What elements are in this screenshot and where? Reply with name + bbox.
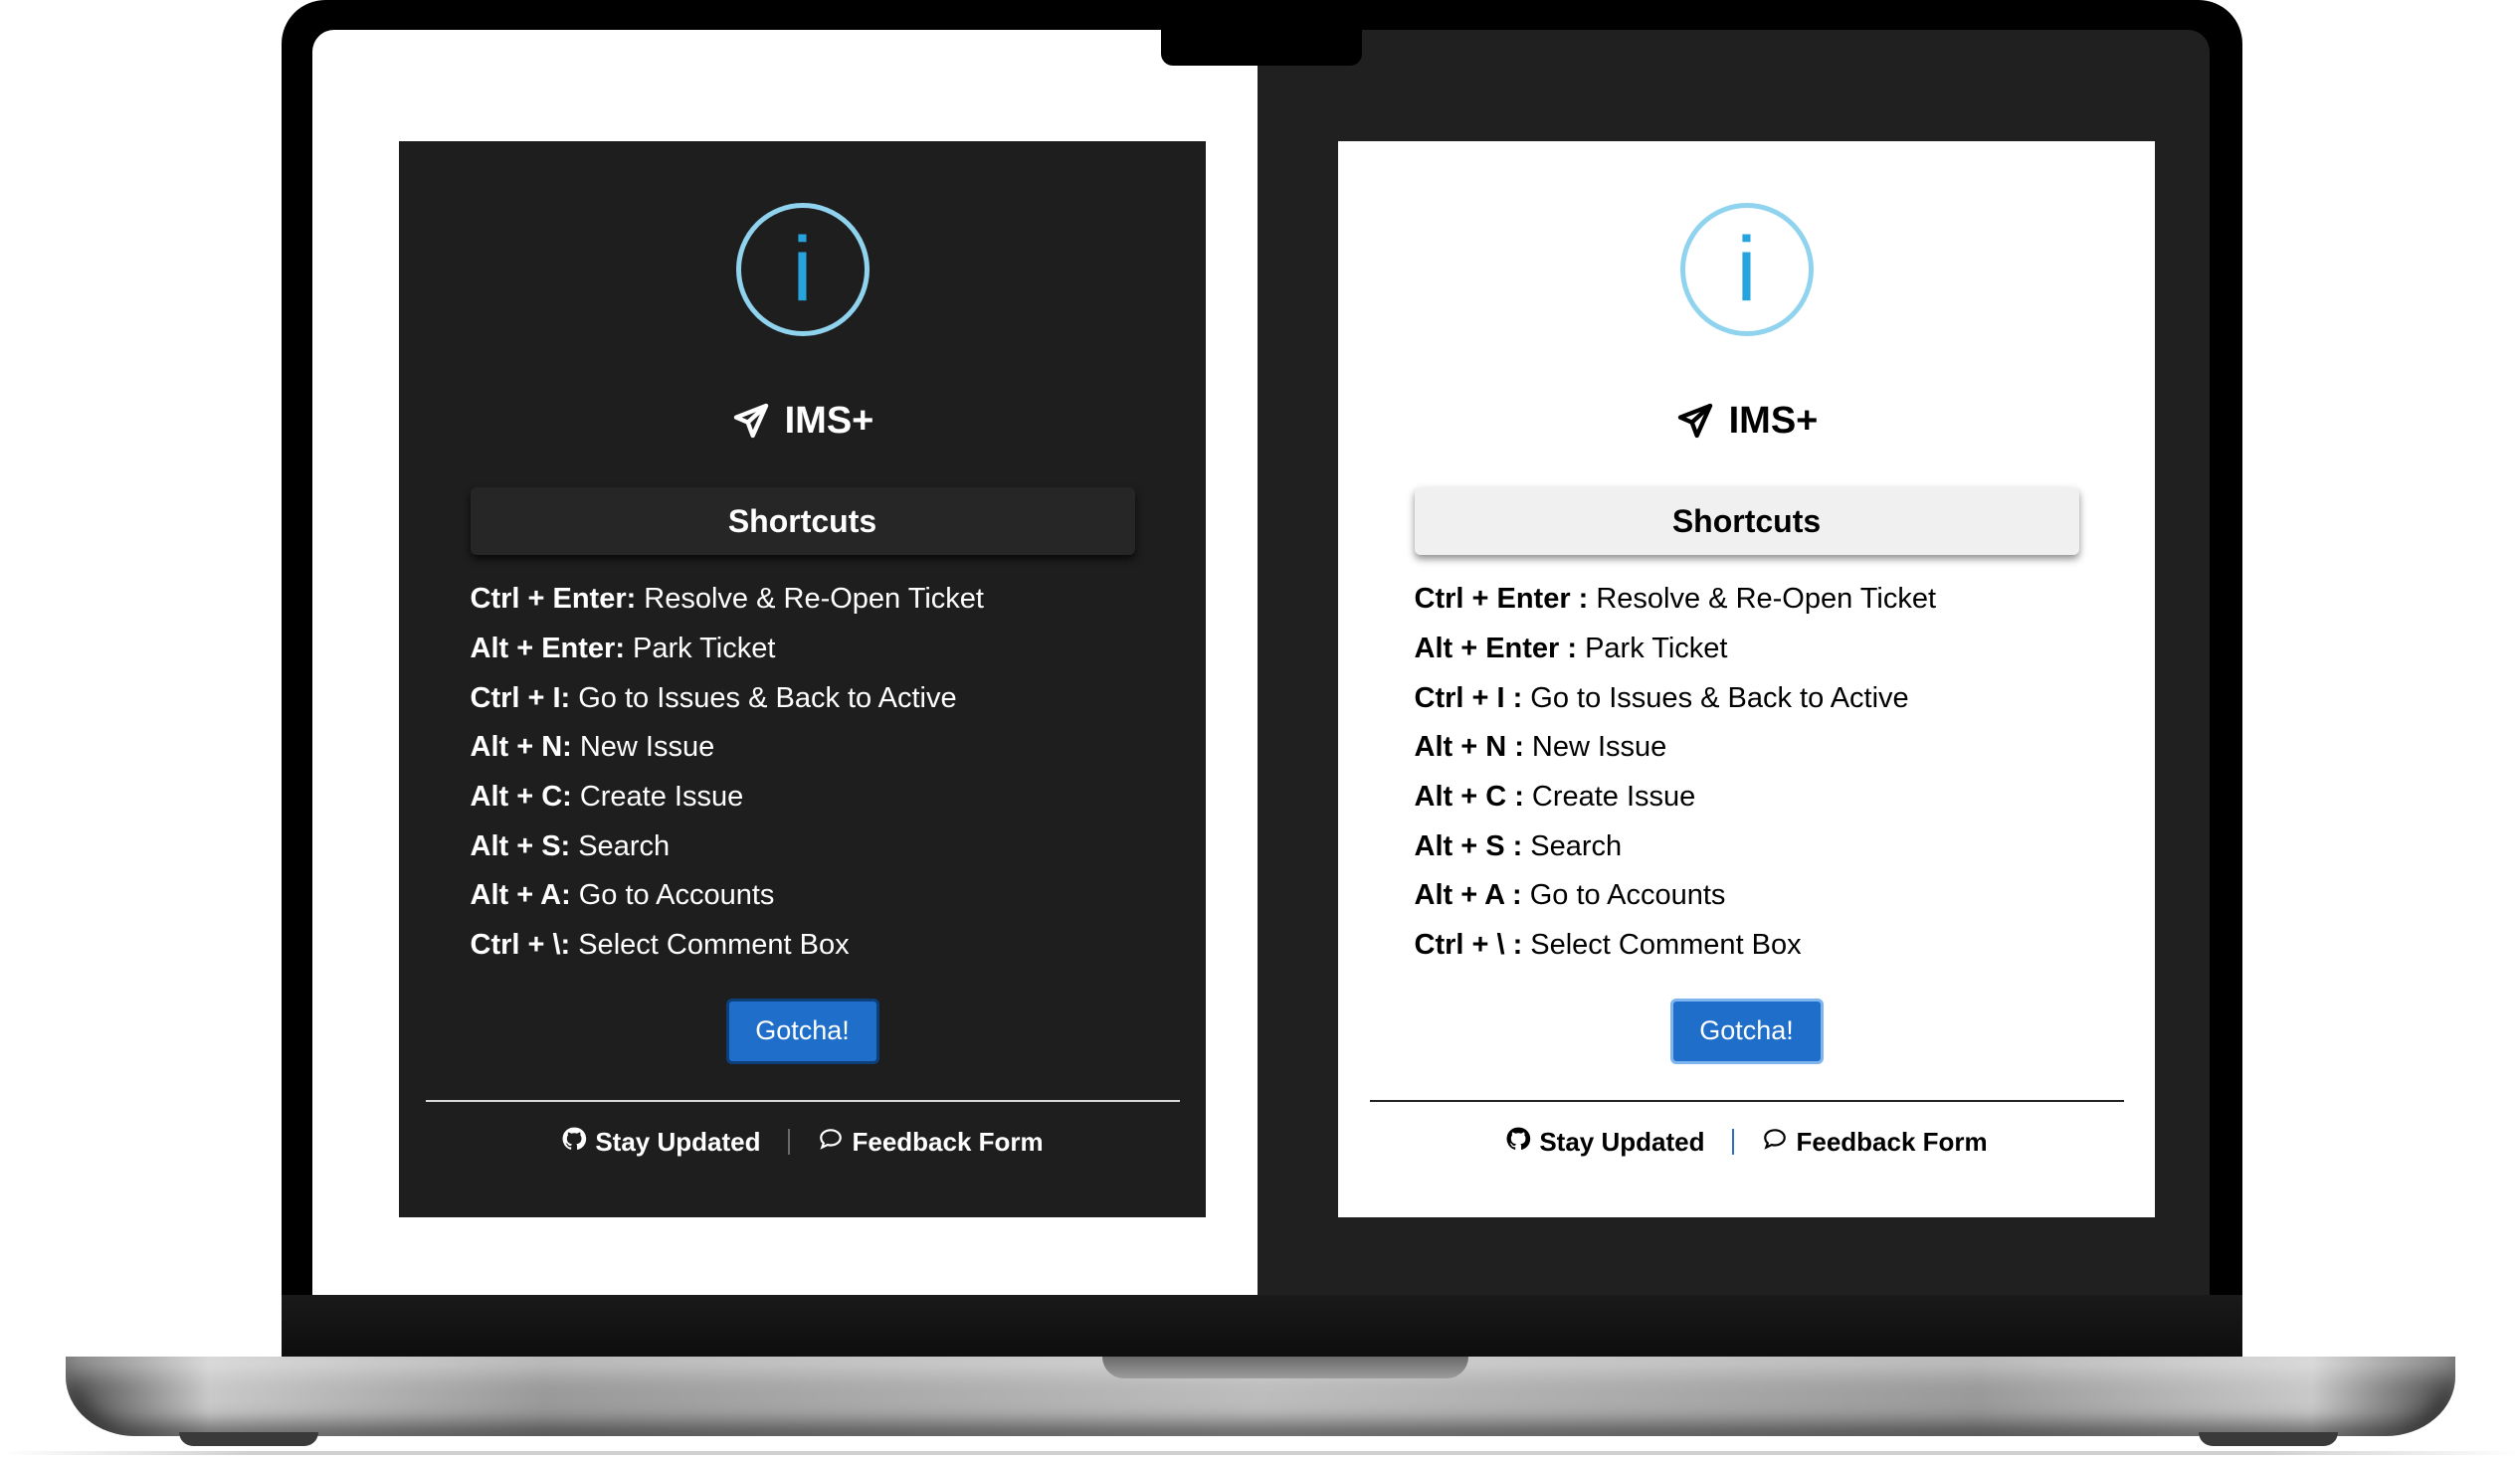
shortcut-keys: Alt + A: xyxy=(470,879,571,912)
shortcut-list: Ctrl + Enter: Resolve & Re-Open Ticket Al… xyxy=(471,575,1135,971)
github-icon xyxy=(561,1126,587,1159)
shortcut-action: Create Issue xyxy=(1531,781,1696,814)
brand-name: IMS+ xyxy=(784,399,874,442)
shortcut-keys: Alt + S : xyxy=(1414,829,1523,862)
gotcha-button[interactable]: Gotcha! xyxy=(725,998,879,1064)
popup-footer: Stay Updated Feedback Form xyxy=(1505,1126,1988,1159)
shortcut-row: Alt + Enter: Park Ticket xyxy=(471,625,1135,674)
stay-updated-link[interactable]: Stay Updated xyxy=(561,1126,760,1159)
feedback-form-label: Feedback Form xyxy=(1796,1126,1988,1157)
shortcuts-header: Shortcuts xyxy=(470,487,1135,555)
info-icon: i xyxy=(1679,203,1814,336)
shortcut-action: Go to Accounts xyxy=(1529,879,1726,912)
brand-name: IMS+ xyxy=(1728,399,1819,442)
shortcut-keys: Ctrl + Enter : xyxy=(1414,583,1589,616)
shortcut-row: Ctrl + I: Go to Issues & Back to Active xyxy=(471,673,1135,723)
shortcut-row: Ctrl + \ : Select Comment Box xyxy=(1415,921,2079,971)
info-icon: i xyxy=(735,203,870,336)
comment-icon xyxy=(1762,1126,1788,1159)
feedback-form-link[interactable]: Feedback Form xyxy=(818,1126,1044,1159)
laptop-lid-opening xyxy=(1102,1357,1468,1378)
popup-light-theme: i IMS+ Shortcuts Ctrl + Enter : Resolve &… xyxy=(1338,141,2155,1217)
shortcut-keys: Ctrl + I: xyxy=(470,681,571,714)
shortcut-action: Select Comment Box xyxy=(578,929,850,962)
shortcut-row: Alt + A : Go to Accounts xyxy=(1415,871,2079,921)
shortcut-row: Ctrl + Enter: Resolve & Re-Open Ticket xyxy=(471,575,1135,625)
github-icon xyxy=(1505,1126,1531,1159)
shortcut-action: New Issue xyxy=(579,731,715,764)
comment-icon xyxy=(818,1126,844,1159)
shortcut-action: Park Ticket xyxy=(1585,633,1728,665)
shortcut-row: Alt + N : New Issue xyxy=(1415,723,2079,773)
shortcut-action: Park Ticket xyxy=(633,633,776,665)
shortcut-keys: Alt + N : xyxy=(1414,731,1524,764)
shortcut-keys: Alt + C: xyxy=(470,781,572,814)
shortcut-keys: Ctrl + \ : xyxy=(1414,929,1523,962)
stay-updated-link[interactable]: Stay Updated xyxy=(1505,1126,1704,1159)
stay-updated-label: Stay Updated xyxy=(1539,1126,1705,1157)
shortcut-row: Alt + S: Search xyxy=(471,821,1135,871)
shortcut-row: Ctrl + \: Select Comment Box xyxy=(471,921,1135,971)
camera-notch xyxy=(1161,0,1362,66)
footer-separator xyxy=(788,1129,791,1155)
shortcut-keys: Ctrl + Enter: xyxy=(470,583,637,616)
send-icon xyxy=(1675,401,1715,441)
shortcut-row: Alt + C : Create Issue xyxy=(1415,773,2079,822)
shortcut-row: Ctrl + I : Go to Issues & Back to Active xyxy=(1415,673,2079,723)
shortcut-action: Resolve & Re-Open Ticket xyxy=(1596,583,1937,616)
shortcut-row: Alt + N: New Issue xyxy=(471,723,1135,773)
laptop-chin xyxy=(282,1295,2242,1359)
shortcut-action: Search xyxy=(1530,829,1623,862)
shortcut-action: Select Comment Box xyxy=(1530,929,1802,962)
shortcut-keys: Alt + A : xyxy=(1414,879,1522,912)
shortcut-action: New Issue xyxy=(1531,731,1667,764)
shortcuts-header: Shortcuts xyxy=(1414,487,2079,555)
shortcut-keys: Alt + C : xyxy=(1414,781,1524,814)
shortcut-keys: Ctrl + \: xyxy=(470,929,571,962)
shortcut-keys: Alt + S: xyxy=(470,829,571,862)
shortcut-keys: Alt + Enter: xyxy=(470,633,626,665)
brand: IMS+ xyxy=(1675,396,1819,446)
footer-divider xyxy=(425,1099,1180,1102)
info-icon-glyph: i xyxy=(792,219,813,320)
shortcut-action: Go to Issues & Back to Active xyxy=(578,681,957,714)
shortcut-row: Alt + A: Go to Accounts xyxy=(471,871,1135,921)
shortcut-action: Resolve & Re-Open Ticket xyxy=(644,583,984,616)
feedback-form-link[interactable]: Feedback Form xyxy=(1762,1126,1988,1159)
shortcut-row: Alt + Enter : Park Ticket xyxy=(1415,625,2079,674)
shortcut-list: Ctrl + Enter : Resolve & Re-Open Ticket A… xyxy=(1415,575,2079,971)
popup-footer: Stay Updated Feedback Form xyxy=(561,1126,1044,1159)
shortcut-row: Ctrl + Enter : Resolve & Re-Open Ticket xyxy=(1415,575,2079,625)
laptop-foot-left xyxy=(179,1432,318,1446)
brand: IMS+ xyxy=(731,396,874,446)
stay-updated-label: Stay Updated xyxy=(595,1126,761,1157)
shortcut-action: Search xyxy=(578,829,671,862)
shortcut-keys: Ctrl + I : xyxy=(1414,681,1523,714)
info-icon-glyph: i xyxy=(1736,219,1757,320)
popup-dark-theme: i IMS+ Shortcuts Ctrl + Enter: Resolve & … xyxy=(399,141,1206,1217)
shortcut-action: Go to Accounts xyxy=(578,879,775,912)
footer-separator xyxy=(1732,1129,1735,1155)
shortcut-keys: Alt + Enter : xyxy=(1414,633,1578,665)
floor-shadow xyxy=(0,1451,2520,1455)
feedback-form-label: Feedback Form xyxy=(852,1126,1044,1157)
shortcut-row: Alt + S : Search xyxy=(1415,821,2079,871)
shortcut-row: Alt + C: Create Issue xyxy=(471,773,1135,822)
send-icon xyxy=(731,401,771,441)
footer-divider xyxy=(1369,1099,2124,1102)
shortcut-action: Create Issue xyxy=(579,781,744,814)
gotcha-button[interactable]: Gotcha! xyxy=(1669,998,1824,1064)
shortcut-action: Go to Issues & Back to Active xyxy=(1530,681,1909,714)
laptop-foot-right xyxy=(2199,1432,2338,1446)
shortcut-keys: Alt + N: xyxy=(470,731,572,764)
